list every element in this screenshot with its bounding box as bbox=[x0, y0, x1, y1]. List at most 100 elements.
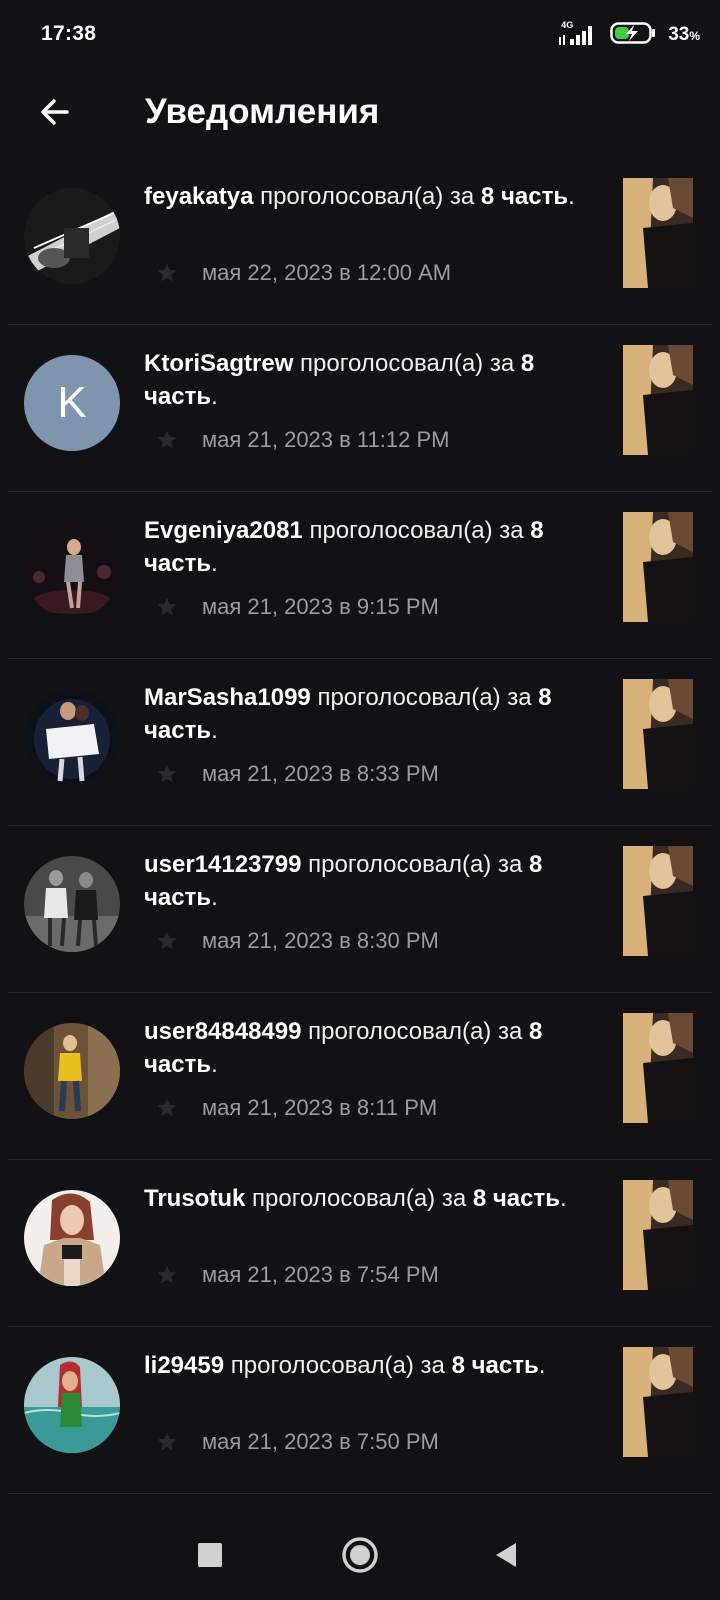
story-cover-thumbnail[interactable] bbox=[623, 512, 693, 622]
story-cover-thumbnail[interactable] bbox=[623, 1347, 693, 1457]
notification-period: . bbox=[538, 1352, 546, 1379]
status-icons: 4G 33% bbox=[558, 20, 700, 50]
story-cover-thumbnail[interactable] bbox=[623, 345, 693, 455]
status-bar: 17:38 4G 33% bbox=[0, 0, 720, 70]
part-link[interactable]: 8 часть bbox=[473, 1185, 560, 1212]
notification-date: мая 21, 2023 в 9:15 PM bbox=[202, 594, 439, 619]
battery-percent-value: 33 bbox=[668, 24, 690, 45]
username[interactable]: KtoriSagtrew bbox=[144, 350, 293, 377]
date-line: мая 21, 2023 в 8:33 PM bbox=[144, 757, 439, 791]
date-line: мая 21, 2023 в 8:11 PM bbox=[144, 1091, 437, 1125]
notification-item[interactable]: feyakatya проголосовал(а) за 8 часть. ма… bbox=[8, 158, 712, 325]
avatar[interactable] bbox=[24, 1023, 120, 1119]
notification-period: . bbox=[568, 183, 575, 210]
notification-text: KtoriSagtrew проголосовал(а) за 8 часть. bbox=[144, 347, 594, 413]
notification-text: feyakatya проголосовал(а) за 8 часть. bbox=[144, 180, 594, 213]
notification-action: проголосовал(а) за bbox=[253, 183, 481, 210]
star-icon bbox=[157, 1265, 177, 1284]
notification-item[interactable]: Evgeniya2081 проголосовал(а) за 8 часть.… bbox=[8, 492, 712, 659]
date-line: мая 21, 2023 в 11:12 PM bbox=[144, 423, 449, 457]
notification-item[interactable]: Trusotuk проголосовал(а) за 8 часть. мая… bbox=[8, 1160, 712, 1327]
notification-list: feyakatya проголосовал(а) за 8 часть. ма… bbox=[0, 158, 720, 1494]
star-icon bbox=[157, 263, 177, 282]
app-header: Уведомления bbox=[0, 70, 720, 154]
username[interactable]: user14123799 bbox=[144, 851, 301, 878]
story-cover-thumbnail[interactable] bbox=[623, 846, 693, 956]
recents-button[interactable] bbox=[187, 1532, 233, 1578]
notification-date: мая 21, 2023 в 8:11 PM bbox=[202, 1095, 438, 1120]
triangle-back-icon bbox=[496, 1543, 516, 1567]
page-title: Уведомления bbox=[145, 92, 380, 131]
avatar[interactable]: K bbox=[24, 355, 120, 451]
username[interactable]: Trusotuk bbox=[144, 1185, 245, 1212]
avatar[interactable] bbox=[24, 188, 120, 284]
notification-period: . bbox=[211, 1051, 218, 1078]
star-icon bbox=[157, 1098, 177, 1117]
notification-action: проголосовал(а) за bbox=[224, 1352, 452, 1379]
star-icon bbox=[157, 430, 177, 449]
date-line: мая 21, 2023 в 9:15 PM bbox=[144, 590, 439, 624]
arrow-left-icon bbox=[41, 99, 69, 125]
part-link[interactable]: 8 часть bbox=[452, 1352, 539, 1379]
network-type: 4G bbox=[561, 20, 574, 30]
notification-date: мая 21, 2023 в 8:33 PM bbox=[202, 761, 439, 786]
avatar[interactable] bbox=[24, 1190, 120, 1286]
avatar[interactable] bbox=[24, 856, 120, 952]
home-button[interactable] bbox=[337, 1532, 383, 1578]
username[interactable]: Evgeniya2081 bbox=[144, 517, 303, 544]
notification-item[interactable]: user84848499 проголосовал(а) за 8 часть.… bbox=[8, 993, 712, 1160]
notification-date: мая 22, 2023 в 12:00 AM bbox=[202, 260, 452, 285]
part-link[interactable]: 8 часть bbox=[481, 183, 568, 210]
notification-text: user84848499 проголосовал(а) за 8 часть. bbox=[144, 1015, 594, 1081]
star-icon bbox=[157, 1432, 177, 1451]
notification-item[interactable]: li29459 проголосовал(а) за 8 часть. мая … bbox=[8, 1327, 712, 1494]
notification-item[interactable]: user14123799 проголосовал(а) за 8 часть.… bbox=[8, 826, 712, 993]
back-button[interactable] bbox=[30, 87, 80, 137]
notification-date: мая 21, 2023 в 7:50 PM bbox=[202, 1429, 439, 1454]
notification-text: user14123799 проголосовал(а) за 8 часть. bbox=[144, 848, 594, 914]
notification-item[interactable]: MarSasha1099 проголосовал(а) за 8 часть.… bbox=[8, 659, 712, 826]
battery-percent: 33% bbox=[668, 24, 700, 46]
signal-icon: 4G bbox=[558, 20, 598, 48]
date-line: мая 21, 2023 в 7:50 PM bbox=[144, 1425, 439, 1459]
avatar[interactable] bbox=[24, 522, 120, 618]
date-line: мая 21, 2023 в 7:54 PM bbox=[144, 1258, 439, 1292]
battery-percent-unit: % bbox=[689, 29, 700, 43]
notification-period: . bbox=[211, 884, 218, 911]
story-cover-thumbnail[interactable] bbox=[623, 679, 693, 789]
notification-action: проголосовал(а) за bbox=[301, 1018, 529, 1045]
star-icon bbox=[157, 931, 177, 950]
date-line: мая 22, 2023 в 12:00 AM bbox=[144, 256, 451, 290]
story-cover-thumbnail[interactable] bbox=[623, 1180, 693, 1290]
username[interactable]: li29459 bbox=[144, 1352, 224, 1379]
status-time: 17:38 bbox=[41, 22, 97, 45]
username[interactable]: user84848499 bbox=[144, 1018, 301, 1045]
notification-action: проголосовал(а) за bbox=[302, 517, 531, 544]
username[interactable]: feyakatya bbox=[144, 183, 253, 210]
notification-action: проголосовал(а) за bbox=[293, 350, 521, 377]
notification-action: проголосовал(а) за bbox=[245, 1185, 473, 1212]
notification-date: мая 21, 2023 в 8:30 PM bbox=[202, 928, 439, 953]
notification-text: MarSasha1099 проголосовал(а) за 8 часть. bbox=[144, 681, 594, 747]
system-back-button[interactable] bbox=[483, 1532, 529, 1578]
notification-date: мая 21, 2023 в 11:12 PM bbox=[202, 427, 450, 452]
notification-text: li29459 проголосовал(а) за 8 часть. bbox=[144, 1349, 594, 1382]
date-line: мая 21, 2023 в 8:30 PM bbox=[144, 924, 439, 958]
story-cover-thumbnail[interactable] bbox=[623, 1013, 693, 1123]
notification-date: мая 21, 2023 в 7:54 PM bbox=[202, 1262, 439, 1287]
notification-text: Trusotuk проголосовал(а) за 8 часть. bbox=[144, 1182, 594, 1215]
notification-item[interactable]: K KtoriSagtrew проголосовал(а) за 8 част… bbox=[8, 325, 712, 492]
username[interactable]: MarSasha1099 bbox=[144, 684, 311, 711]
story-cover-thumbnail[interactable] bbox=[623, 178, 693, 288]
notification-period: . bbox=[211, 717, 218, 744]
circle-icon bbox=[342, 1537, 378, 1573]
notification-period: . bbox=[560, 1185, 567, 1212]
avatar[interactable] bbox=[24, 1357, 120, 1453]
star-icon bbox=[157, 764, 177, 783]
system-nav-bar bbox=[0, 1500, 720, 1600]
avatar[interactable] bbox=[24, 689, 120, 785]
notification-text: Evgeniya2081 проголосовал(а) за 8 часть. bbox=[144, 514, 594, 580]
notification-period: . bbox=[211, 550, 218, 577]
square-icon bbox=[198, 1543, 222, 1567]
battery-icon bbox=[610, 21, 656, 50]
